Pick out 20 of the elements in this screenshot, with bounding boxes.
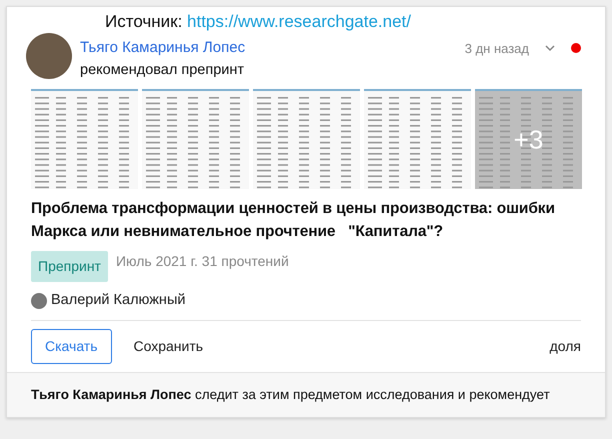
page-preview[interactable] [31, 89, 138, 190]
time-ago: 3 дн назад [464, 40, 529, 58]
author-name[interactable]: Валерий Калюжный [51, 290, 186, 312]
author-avatar [31, 293, 47, 310]
share-button[interactable]: доля [536, 330, 581, 363]
recommendation-note: Тьяго Камаринья Лопес следит за этим предметом исследования и рекомендует [7, 372, 605, 418]
avatar-placeholder [26, 33, 72, 79]
publication-type: Препринт [31, 251, 108, 282]
publication-meta: Июль 2021 г. 31 прочтений [116, 252, 289, 272]
source-line: Источник: https://www.researchgate.net/ [104, 11, 412, 33]
save-button[interactable]: Сохранить [120, 330, 218, 363]
chevron-down-icon[interactable] [545, 44, 555, 52]
page-preview[interactable] [364, 89, 471, 190]
activity-text: рекомендовал препринт [80, 60, 246, 80]
page-preview[interactable] [142, 89, 249, 190]
page-preview[interactable] [253, 89, 360, 190]
download-button[interactable]: Скачать [31, 329, 112, 364]
author-link[interactable]: Тьяго Камаринья Лопес [80, 37, 246, 60]
publication-title[interactable]: Проблема трансформации ценностей в цены производства: ошибки Маркса или невнимательное прочтение "Капитала"? [31, 197, 581, 244]
more-count: +3 [514, 124, 544, 157]
